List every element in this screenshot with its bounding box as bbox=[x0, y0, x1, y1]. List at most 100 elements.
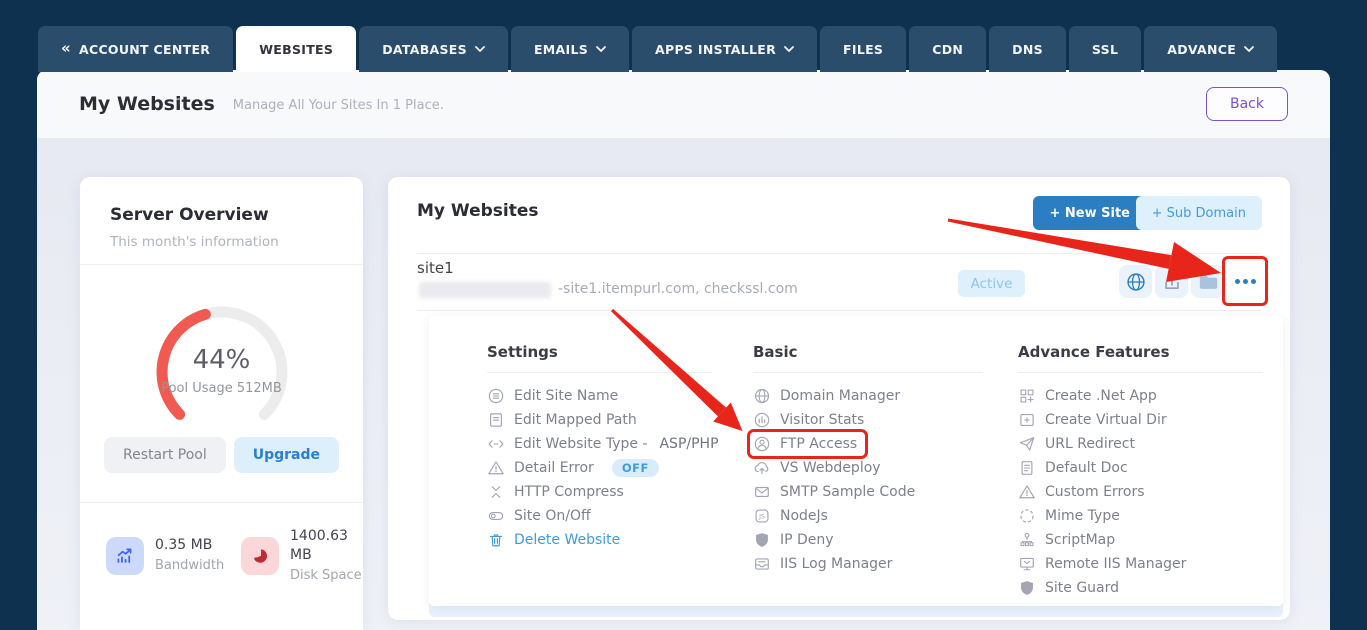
tab-advance[interactable]: ADVANCE bbox=[1144, 26, 1277, 72]
disk-space-value: 1400.63 MB bbox=[290, 527, 366, 565]
menu-item-site-guard[interactable]: Site Guard bbox=[1018, 576, 1263, 600]
tab-label: DNS bbox=[1012, 42, 1043, 57]
menu-item-ip-deny[interactable]: IP Deny bbox=[753, 528, 983, 552]
doc-text-icon bbox=[1018, 459, 1036, 477]
tab-dns[interactable]: DNS bbox=[989, 26, 1066, 72]
folder-icon bbox=[1197, 271, 1219, 293]
restart-pool-button[interactable]: Restart Pool bbox=[104, 437, 226, 473]
menu-item-smtp-sample-code[interactable]: SMTP Sample Code bbox=[753, 480, 983, 504]
menu-item-url-redirect[interactable]: URL Redirect bbox=[1018, 432, 1263, 456]
back-button[interactable]: Back bbox=[1206, 87, 1288, 121]
person-circle-icon bbox=[753, 435, 771, 453]
menu-item-scriptmap[interactable]: ScriptMap bbox=[1018, 528, 1263, 552]
menu-item-visitor-stats[interactable]: Visitor Stats bbox=[753, 408, 983, 432]
menu-item-site-on-off[interactable]: Site On/Off bbox=[487, 504, 712, 528]
my-websites-card: My Websites + New Site + Sub Domain site… bbox=[388, 177, 1290, 620]
menu-item-domain-manager[interactable]: Domain Manager bbox=[753, 384, 983, 408]
tab-emails[interactable]: EMAILS bbox=[511, 26, 629, 72]
basic-heading: Basic bbox=[753, 343, 983, 361]
site-publish-button[interactable] bbox=[1155, 265, 1188, 298]
site-domains: -site1.itempurl.com, checkssl.com bbox=[558, 281, 798, 297]
warning-icon bbox=[487, 459, 505, 477]
menu-item-http-compress[interactable]: HTTP Compress bbox=[487, 480, 712, 504]
pool-buttons: Restart Pool Upgrade bbox=[80, 437, 363, 473]
sitemap-icon bbox=[1018, 531, 1036, 549]
menu-item-edit-mapped-path[interactable]: Edit Mapped Path bbox=[487, 408, 712, 432]
menu-item-create-net-app[interactable]: Create .Net App bbox=[1018, 384, 1263, 408]
tab-label: DATABASES bbox=[382, 42, 467, 57]
usage-stats: 0.35 MB Bandwidth 1400.63 MB Disk Space bbox=[80, 527, 363, 584]
divider bbox=[487, 372, 712, 373]
menu-item-default-doc[interactable]: Default Doc bbox=[1018, 456, 1263, 480]
menu-item-remote-iis-manager[interactable]: Remote IIS Manager bbox=[1018, 552, 1263, 576]
shield-icon bbox=[753, 531, 771, 549]
upload-icon bbox=[1161, 271, 1183, 293]
chevron-down-icon bbox=[1244, 46, 1254, 53]
divider bbox=[1018, 372, 1263, 373]
new-site-button[interactable]: + New Site bbox=[1033, 196, 1146, 230]
bandwidth-label: Bandwidth bbox=[155, 557, 231, 575]
menu-item-detail-error[interactable]: Detail Error OFF bbox=[487, 456, 712, 480]
menu-item-mime-type[interactable]: Mime Type bbox=[1018, 504, 1263, 528]
warning-icon bbox=[1018, 483, 1036, 501]
tab-account-center[interactable]: « ACCOUNT CENTER bbox=[38, 26, 233, 72]
server-overview-title: Server Overview bbox=[80, 177, 363, 225]
tab-apps-installer[interactable]: APPS INSTALLER bbox=[632, 26, 817, 72]
tab-label: ADVANCE bbox=[1167, 42, 1236, 57]
folder-plus-icon bbox=[1018, 411, 1036, 429]
chevron-down-icon bbox=[475, 46, 485, 53]
tab-websites[interactable]: WEBSITES bbox=[236, 26, 356, 72]
site-files-button[interactable] bbox=[1191, 265, 1224, 298]
circle-dashed-icon bbox=[1018, 507, 1036, 525]
stats-circle-icon bbox=[753, 411, 771, 429]
tab-label: SSL bbox=[1092, 42, 1118, 57]
trash-icon bbox=[487, 531, 505, 549]
redacted-domain-blur bbox=[419, 282, 551, 298]
detail-error-off-badge: OFF bbox=[612, 459, 659, 477]
tab-label: CDN bbox=[932, 42, 963, 57]
gauge-percent: 44% bbox=[127, 345, 317, 375]
globe-icon bbox=[1125, 271, 1147, 293]
menu-item-edit-site-name[interactable]: Edit Site Name bbox=[487, 384, 712, 408]
shield-fill-icon bbox=[1018, 579, 1036, 597]
divider bbox=[80, 264, 363, 265]
menu-item-iis-log-manager[interactable]: IIS Log Manager bbox=[753, 552, 983, 576]
back-chevrons-icon: « bbox=[61, 41, 71, 56]
disk-pie-icon bbox=[241, 537, 279, 575]
ellipsis-icon bbox=[1235, 279, 1256, 284]
site-more-options-button[interactable] bbox=[1229, 265, 1262, 298]
advance-features-column: Advance Features Create .Net App Create … bbox=[1018, 343, 1263, 600]
menu-item-ftp-access[interactable]: FTP Access bbox=[750, 432, 865, 456]
website-type-value: ASP/PHP bbox=[659, 436, 718, 452]
server-overview-subtitle: This month's information bbox=[80, 225, 363, 250]
tab-ssl[interactable]: SSL bbox=[1069, 26, 1141, 72]
menu-item-custom-errors[interactable]: Custom Errors bbox=[1018, 480, 1263, 504]
sub-domain-button[interactable]: + Sub Domain bbox=[1136, 196, 1262, 230]
globe-icon bbox=[753, 387, 771, 405]
divider bbox=[80, 502, 363, 503]
cloud-upload-icon bbox=[753, 459, 771, 477]
code-icon bbox=[487, 435, 505, 453]
menu-item-nodejs[interactable]: NodeJs bbox=[753, 504, 983, 528]
tab-files[interactable]: FILES bbox=[820, 26, 906, 72]
server-overview-card: Server Overview This month's information… bbox=[80, 177, 363, 630]
tab-label: EMAILS bbox=[534, 42, 588, 57]
menu-item-vs-webdeploy[interactable]: VS Webdeploy bbox=[753, 456, 983, 480]
tab-cdn[interactable]: CDN bbox=[909, 26, 986, 72]
menu-item-edit-website-type[interactable]: Edit Website Type - ASP/PHP bbox=[487, 432, 712, 456]
chevron-down-icon bbox=[596, 46, 606, 53]
page-subtitle: Manage All Your Sites In 1 Place. bbox=[233, 98, 444, 113]
monitor-icon bbox=[1018, 555, 1036, 573]
my-websites-title: My Websites bbox=[417, 201, 538, 221]
site-browse-button[interactable] bbox=[1119, 265, 1152, 298]
tab-label: ACCOUNT CENTER bbox=[79, 42, 210, 57]
document-icon bbox=[487, 411, 505, 429]
tab-databases[interactable]: DATABASES bbox=[359, 26, 508, 72]
basic-column: Basic Domain Manager Visitor Stats FTP A… bbox=[753, 343, 983, 576]
divider bbox=[417, 253, 1261, 254]
status-badge: Active bbox=[958, 270, 1025, 297]
menu-item-delete-website[interactable]: Delete Website bbox=[487, 528, 712, 552]
divider bbox=[753, 372, 983, 373]
menu-item-create-virtual-dir[interactable]: Create Virtual Dir bbox=[1018, 408, 1263, 432]
upgrade-button[interactable]: Upgrade bbox=[234, 437, 339, 473]
